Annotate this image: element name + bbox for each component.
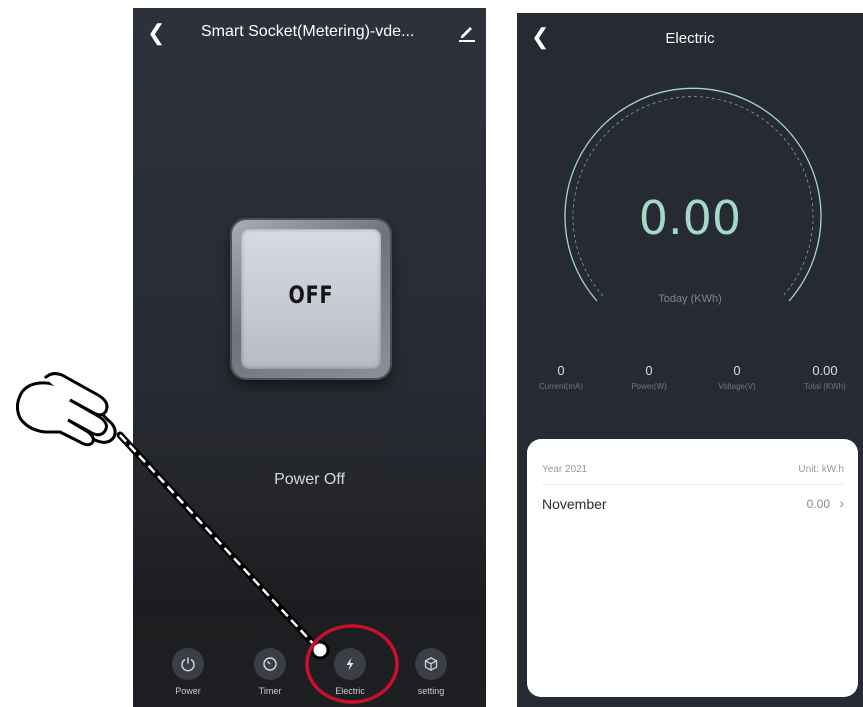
tutorial-annotation	[15, 372, 399, 704]
pointing-hand-icon	[15, 372, 117, 447]
